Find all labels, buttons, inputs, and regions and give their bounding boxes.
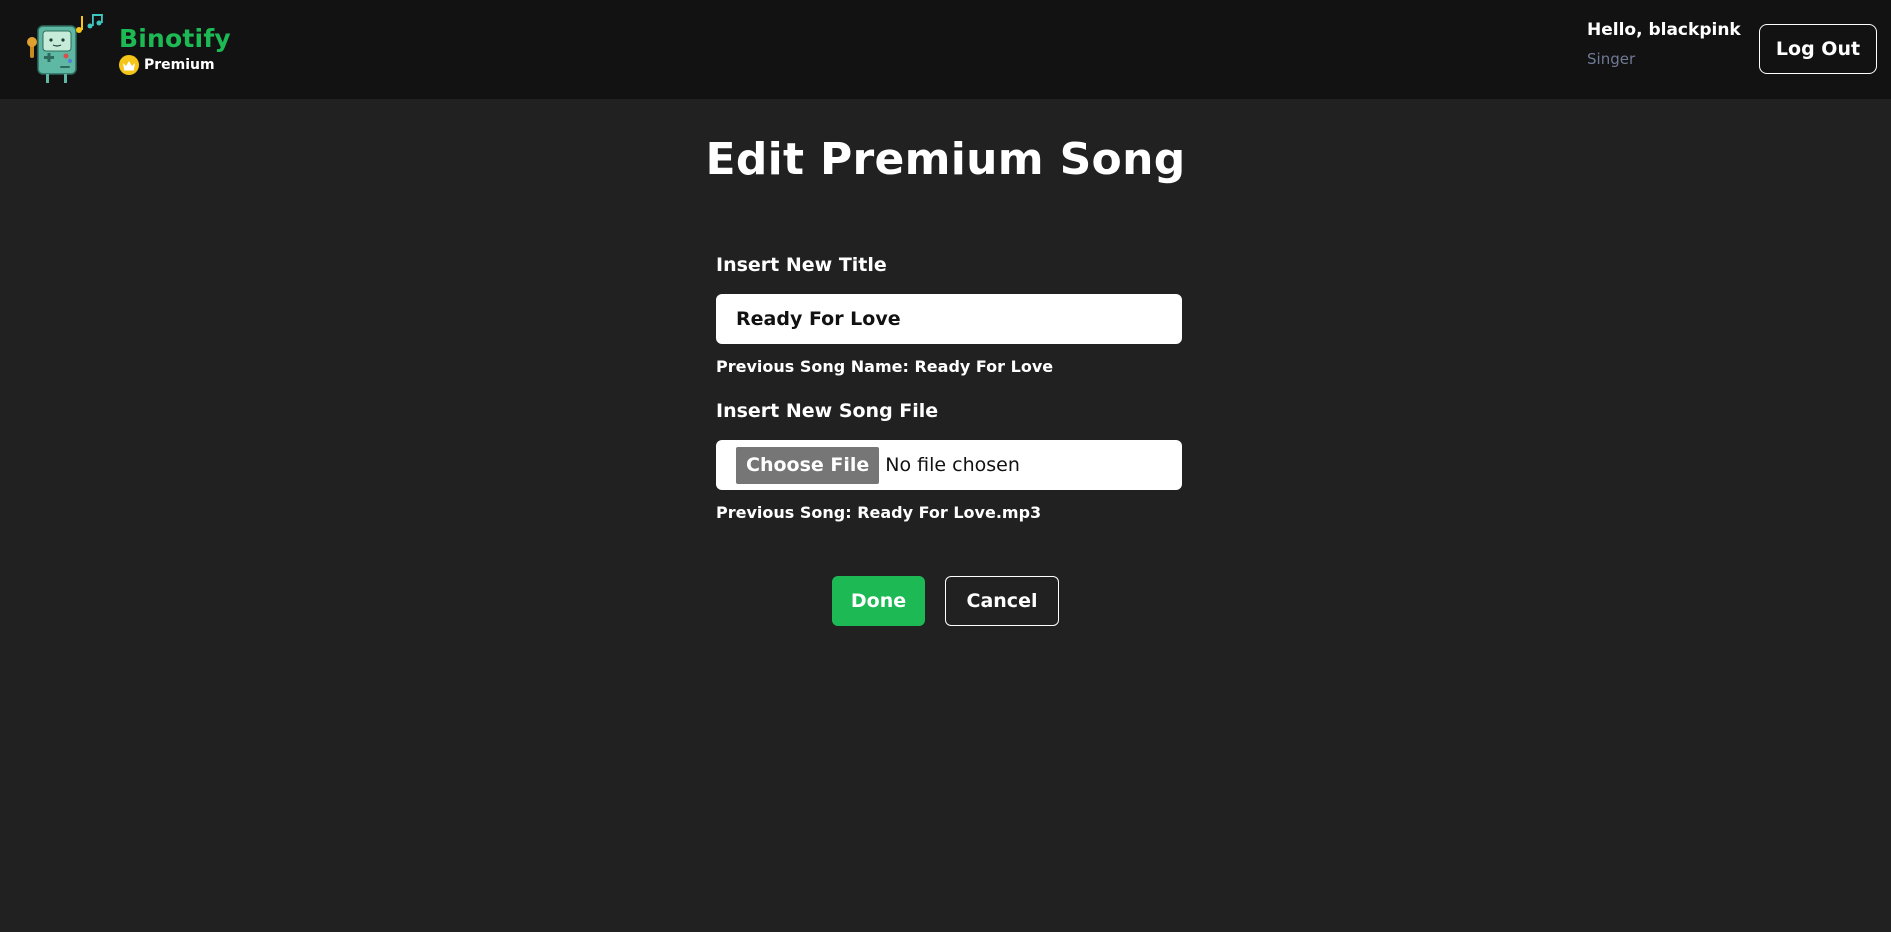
title-field-label: Insert New Title xyxy=(716,254,887,276)
crown-icon xyxy=(119,55,139,75)
bmo-music-icon xyxy=(27,14,103,83)
done-button[interactable]: Done xyxy=(832,576,925,626)
title-input[interactable] xyxy=(716,294,1182,344)
user-info: Hello, blackpink Singer xyxy=(1587,20,1757,68)
page-title: Edit Premium Song xyxy=(705,134,1186,185)
song-file-input[interactable]: Choose File No file chosen xyxy=(716,440,1182,490)
choose-file-button[interactable]: Choose File xyxy=(736,446,880,484)
greeting-text: Hello, blackpink xyxy=(1587,20,1741,40)
file-status: No file chosen xyxy=(885,454,1020,476)
user-role: Singer xyxy=(1587,50,1636,68)
logout-button[interactable]: Log Out xyxy=(1759,24,1877,74)
top-header: Binotify Premium Hello, blackpink Singer… xyxy=(0,0,1891,99)
file-field-label: Insert New Song File xyxy=(716,400,939,422)
brand-logo[interactable]: Binotify Premium xyxy=(26,14,231,84)
previous-song-file: Previous Song: Ready For Love.mp3 xyxy=(716,503,1042,522)
premium-badge: Premium xyxy=(119,54,215,76)
previous-song-name: Previous Song Name: Ready For Love xyxy=(716,357,1054,376)
brand-name: Binotify xyxy=(119,24,231,53)
cancel-button[interactable]: Cancel xyxy=(945,576,1059,626)
premium-label: Premium xyxy=(144,57,215,73)
